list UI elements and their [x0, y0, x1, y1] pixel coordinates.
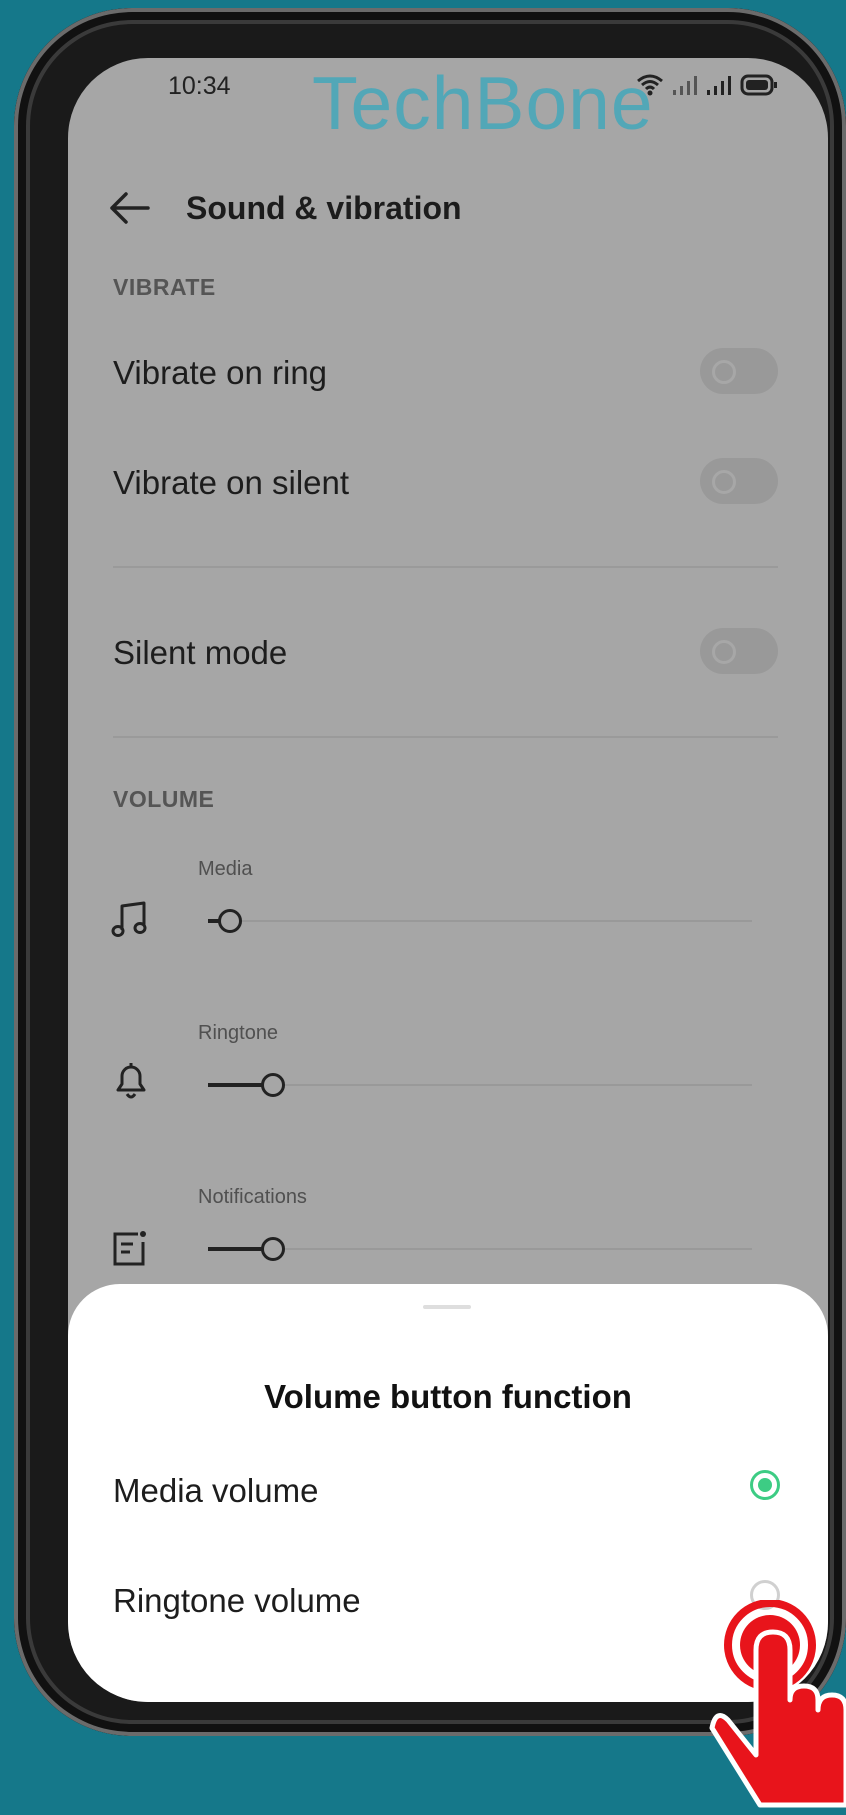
- watermark-logo: TechBone: [312, 61, 654, 145]
- toggle-knob: [712, 360, 736, 384]
- slider-thumb[interactable]: [261, 1237, 286, 1261]
- divider: [113, 566, 778, 568]
- slider-thumb[interactable]: [217, 909, 242, 933]
- sheet-title: Volume button function: [264, 1378, 632, 1415]
- silent-mode-label: Silent mode: [113, 634, 288, 671]
- phone-frame: 10:34 TechBone Sound & vibration VIBRATE…: [14, 8, 846, 1736]
- notification-icon: [113, 1231, 146, 1266]
- bell-icon: [116, 1063, 146, 1099]
- option-label: Ringtone volume: [113, 1582, 361, 1619]
- battery-icon: [740, 74, 777, 96]
- status-bar: 10:34 TechBone: [68, 58, 828, 145]
- vibrate-on-silent-label: Vibrate on silent: [113, 464, 350, 501]
- back-arrow-icon[interactable]: [108, 190, 152, 226]
- option-media-volume[interactable]: Media volume: [68, 1444, 828, 1534]
- toggle-knob: [712, 640, 736, 664]
- sheet-drag-handle[interactable]: [423, 1305, 471, 1309]
- signal-icon: [673, 76, 697, 95]
- notifications-volume-slider[interactable]: [208, 1237, 752, 1261]
- wifi-icon: [637, 74, 663, 96]
- page-title: Sound & vibration: [186, 190, 462, 226]
- ringtone-volume-slider[interactable]: [208, 1073, 752, 1097]
- divider: [113, 736, 778, 738]
- status-time: 10:34: [168, 72, 231, 100]
- slider-thumb[interactable]: [261, 1073, 286, 1097]
- media-volume-slider[interactable]: [208, 909, 752, 933]
- signal-icon: [707, 76, 731, 95]
- app-header: Sound & vibration: [68, 168, 828, 248]
- vibrate-on-silent-toggle[interactable]: [700, 458, 778, 504]
- silent-mode-toggle[interactable]: [700, 628, 778, 674]
- vibrate-on-ring-label: Vibrate on ring: [113, 354, 328, 391]
- status-icons: [636, 72, 778, 96]
- tap-pointer-hand-icon: [709, 1600, 846, 1808]
- radio-media-volume[interactable]: [750, 1470, 780, 1500]
- music-note-icon: [111, 901, 147, 937]
- screen: 10:34 TechBone Sound & vibration VIBRATE…: [68, 58, 828, 1702]
- toggle-knob: [712, 470, 736, 494]
- vibrate-on-ring-toggle[interactable]: [700, 348, 778, 394]
- section-label-volume: VOLUME: [113, 786, 215, 812]
- ringtone-slider-label: Ringtone: [198, 1022, 279, 1044]
- option-label: Media volume: [113, 1472, 319, 1509]
- media-slider-label: Media: [198, 858, 253, 880]
- section-label-vibrate: VIBRATE: [113, 274, 216, 300]
- notifications-slider-label: Notifications: [198, 1186, 307, 1208]
